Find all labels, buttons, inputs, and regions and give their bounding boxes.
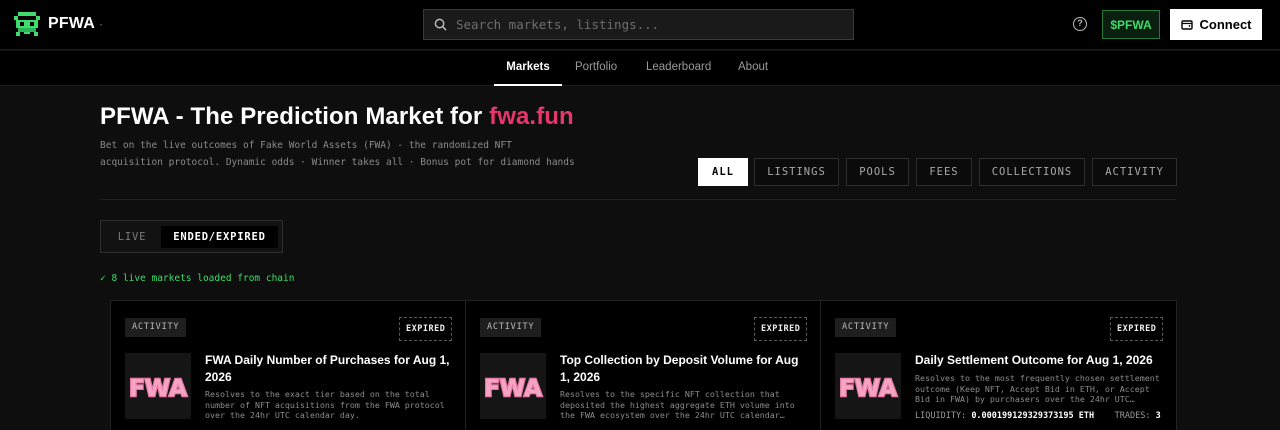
- filter-collections[interactable]: COLLECTIONS: [979, 158, 1085, 186]
- category-badge: ACTIVITY: [480, 318, 542, 337]
- market-title[interactable]: Daily Settlement Outcome for Aug 1, 2026: [915, 352, 1163, 369]
- market-status-toggle: LIVE ENDED/EXPIRED: [100, 220, 283, 253]
- category-badge: ACTIVITY: [125, 318, 187, 337]
- fwa-logo-image: FWA: [835, 353, 901, 419]
- search-icon: [434, 18, 447, 31]
- liquidity-value: 0.000199129329373195 ETH: [971, 411, 1095, 421]
- connect-label: Connect: [1199, 17, 1252, 32]
- trades-label: TRADES:: [1114, 411, 1151, 421]
- toggle-ended-expired[interactable]: ENDED/EXPIRED: [161, 226, 278, 248]
- market-stats: LIQUIDITY: 0.000199129329373195 ETH TRAD…: [915, 411, 1161, 421]
- logo-caret-icon: ·: [99, 17, 104, 31]
- market-thumbnail: FWA: [125, 353, 191, 419]
- wallet-icon: [1180, 19, 1193, 30]
- search-bar[interactable]: [423, 9, 854, 40]
- status-badge: EXPIRED: [399, 317, 453, 341]
- logo-text: PFWA: [48, 15, 96, 32]
- page-title-accent[interactable]: fwa.fun: [489, 103, 574, 130]
- page-description: Bet on the live outcomes of Fake World A…: [100, 140, 575, 168]
- fwa-logo-image: FWA: [125, 353, 191, 419]
- filter-all[interactable]: ALL: [698, 158, 748, 186]
- toggle-live[interactable]: LIVE: [107, 226, 157, 248]
- market-card[interactable]: ACTIVITY EXPIRED FWA Top Collection by D…: [466, 300, 821, 430]
- pixel-alien-logo-icon: [14, 12, 40, 36]
- market-thumbnail: FWA: [480, 353, 546, 419]
- help-icon[interactable]: ?: [1073, 17, 1087, 31]
- thumb-text: FWA: [839, 376, 897, 402]
- status-badge: EXPIRED: [1110, 317, 1164, 341]
- search-input[interactable]: [456, 17, 853, 32]
- trades-value: 3: [1155, 411, 1161, 421]
- markets-loaded-status: ✓ 8 live markets loaded from chain: [100, 273, 295, 284]
- market-card[interactable]: ACTIVITY EXPIRED FWA FWA Daily Number of…: [111, 300, 466, 430]
- thumb-text: FWA: [484, 376, 542, 402]
- filter-fees[interactable]: FEES: [916, 158, 972, 186]
- section-divider: [100, 199, 1176, 200]
- status-badge: EXPIRED: [754, 317, 808, 341]
- connect-wallet-button[interactable]: Connect: [1170, 9, 1262, 40]
- thumb-text: FWA: [129, 376, 187, 402]
- page-title-main: PFWA - The Prediction Market for: [100, 103, 490, 130]
- nav-tab-leaderboard[interactable]: Leaderboard: [646, 51, 711, 86]
- liquidity-label: LIQUIDITY:: [915, 411, 967, 421]
- market-card[interactable]: ACTIVITY EXPIRED FWA Daily Settlement Ou…: [821, 300, 1177, 430]
- market-title[interactable]: FWA Daily Number of Purchases for Aug 1,…: [205, 352, 453, 386]
- filter-pools[interactable]: POOLS: [846, 158, 909, 186]
- market-description: Resolves to the specific NFT collection …: [560, 389, 795, 421]
- market-thumbnail: FWA: [835, 353, 901, 419]
- nav-tab-about[interactable]: About: [738, 51, 768, 86]
- fwa-logo-image: FWA: [480, 353, 546, 419]
- pfwa-token-button[interactable]: $PFWA: [1102, 10, 1160, 39]
- nav-tab-markets[interactable]: Markets: [494, 51, 562, 86]
- filter-activity[interactable]: ACTIVITY: [1092, 158, 1177, 186]
- nav-tab-portfolio[interactable]: Portfolio: [575, 51, 617, 86]
- main-nav: Markets Portfolio Leaderboard About: [0, 51, 1280, 86]
- filter-listings[interactable]: LISTINGS: [754, 158, 839, 186]
- top-bar: PFWA · ? $PFWA Connect: [0, 0, 1280, 50]
- logo[interactable]: PFWA ·: [14, 10, 103, 38]
- market-description: Resolves to the exact tier based on the …: [205, 389, 445, 421]
- market-card-grid: ACTIVITY EXPIRED FWA FWA Daily Number of…: [110, 300, 1177, 430]
- page-title: PFWA - The Prediction Market for fwa.fun: [100, 103, 574, 131]
- category-badge: ACTIVITY: [835, 318, 897, 337]
- market-description: Resolves to the most frequently chosen s…: [915, 373, 1160, 405]
- market-title[interactable]: Top Collection by Deposit Volume for Aug…: [560, 352, 808, 386]
